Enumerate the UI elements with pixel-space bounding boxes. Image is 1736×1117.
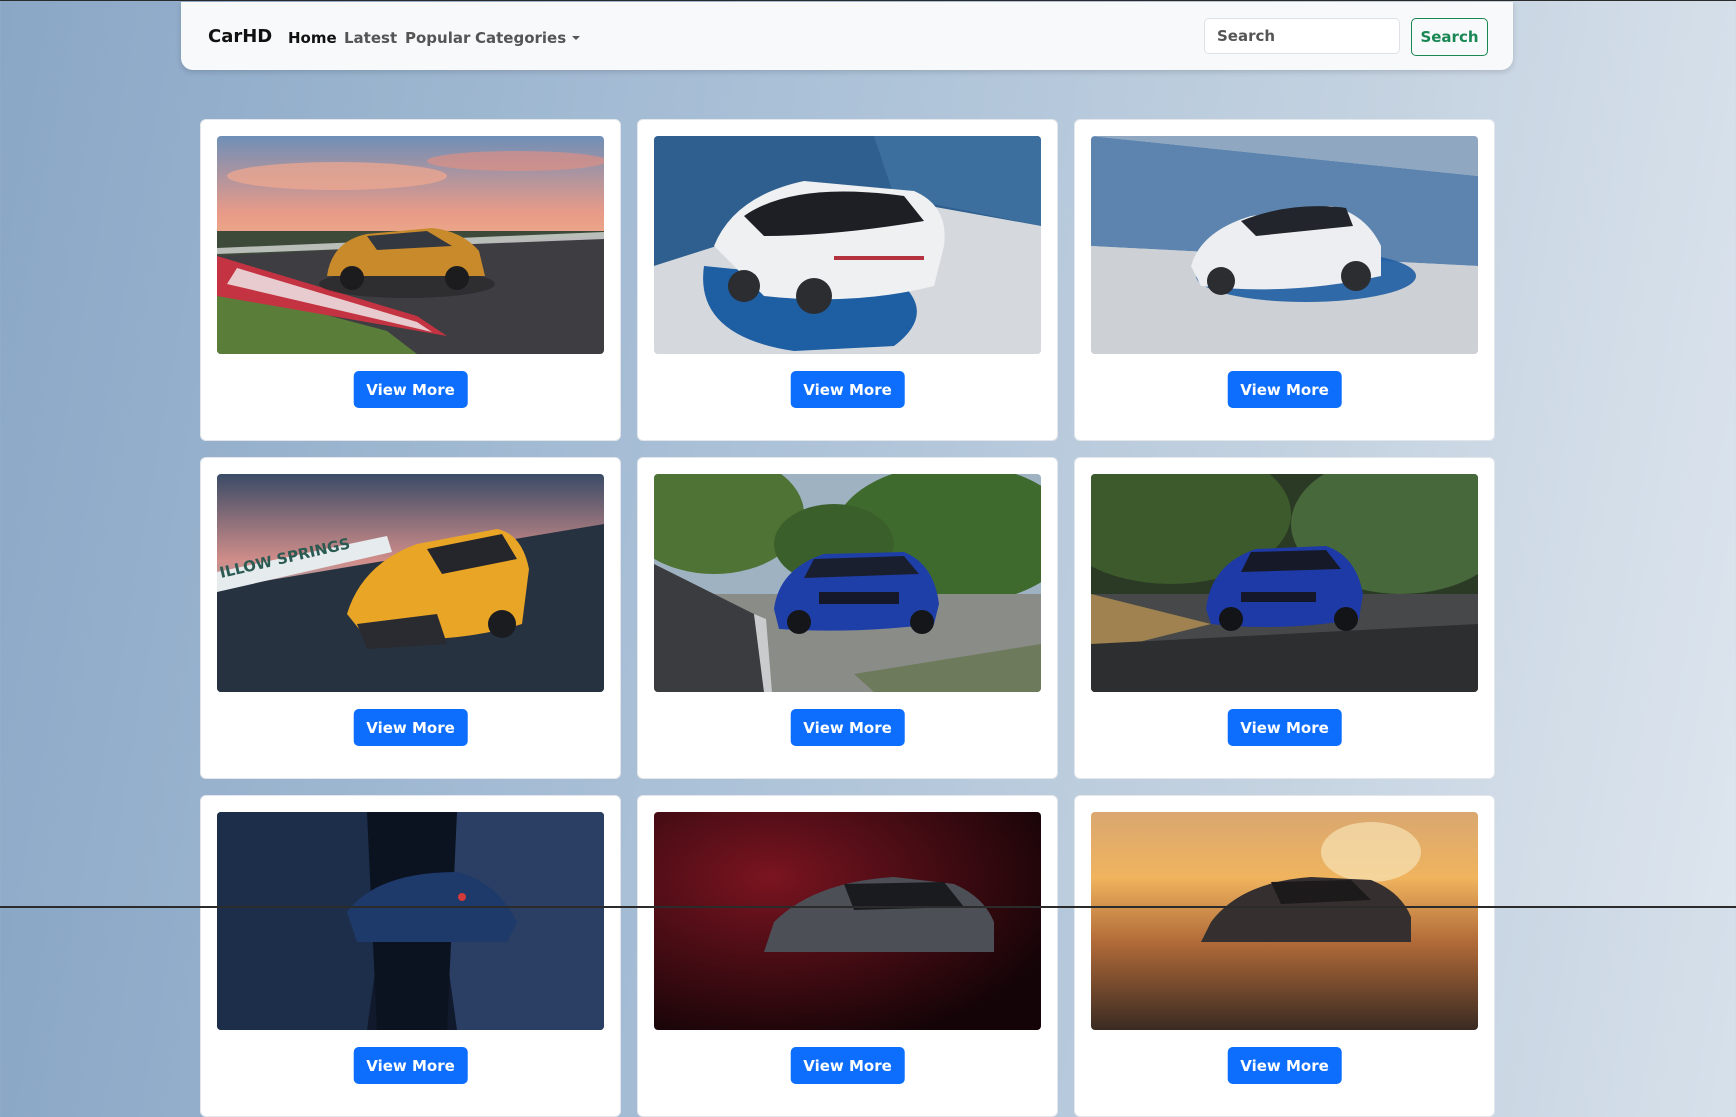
car-photo[interactable]: [654, 136, 1041, 354]
car-photo[interactable]: [1091, 812, 1478, 1030]
search-input[interactable]: [1204, 18, 1400, 54]
car-card: View More: [1074, 457, 1495, 779]
view-more-button[interactable]: View More: [353, 1047, 468, 1084]
search-button[interactable]: Search: [1411, 18, 1488, 56]
nav-link-home[interactable]: Home: [288, 29, 337, 47]
car-photo[interactable]: [654, 474, 1041, 692]
view-more-button[interactable]: View More: [790, 1047, 905, 1084]
car-card: View More: [637, 457, 1058, 779]
car-gallery-grid: View More View More View More ILLOW SPRI…: [200, 119, 1496, 1117]
car-photo[interactable]: [217, 812, 604, 1030]
chevron-down-icon: [572, 36, 581, 40]
car-card: View More: [637, 119, 1058, 441]
view-more-button[interactable]: View More: [790, 371, 905, 408]
car-photo[interactable]: ILLOW SPRINGS: [217, 474, 604, 692]
car-card: View More: [1074, 795, 1495, 1117]
view-more-button[interactable]: View More: [1227, 709, 1342, 746]
car-photo[interactable]: [217, 136, 604, 354]
nav-link-popular[interactable]: Popular: [405, 29, 470, 47]
brand-logo[interactable]: CarHD: [208, 26, 272, 47]
car-photo[interactable]: [1091, 136, 1478, 354]
nav-link-latest[interactable]: Latest: [344, 29, 397, 47]
car-card: View More: [200, 119, 621, 441]
car-card: View More: [1074, 119, 1495, 441]
view-more-button[interactable]: View More: [790, 709, 905, 746]
car-photo[interactable]: [1091, 474, 1478, 692]
window-top-border: [0, 0, 1736, 1]
view-more-button[interactable]: View More: [353, 709, 468, 746]
view-more-button[interactable]: View More: [1227, 371, 1342, 408]
view-more-button[interactable]: View More: [353, 371, 468, 408]
categories-label: Categories: [475, 29, 567, 47]
nav-dropdown-categories[interactable]: Categories: [475, 29, 581, 47]
navbar: CarHD Home Latest Popular Categories Sea…: [181, 2, 1513, 70]
car-photo[interactable]: [654, 812, 1041, 1030]
car-card: View More: [200, 795, 621, 1117]
car-card: View More: [637, 795, 1058, 1117]
view-more-button[interactable]: View More: [1227, 1047, 1342, 1084]
car-card: ILLOW SPRINGS View More: [200, 457, 621, 779]
